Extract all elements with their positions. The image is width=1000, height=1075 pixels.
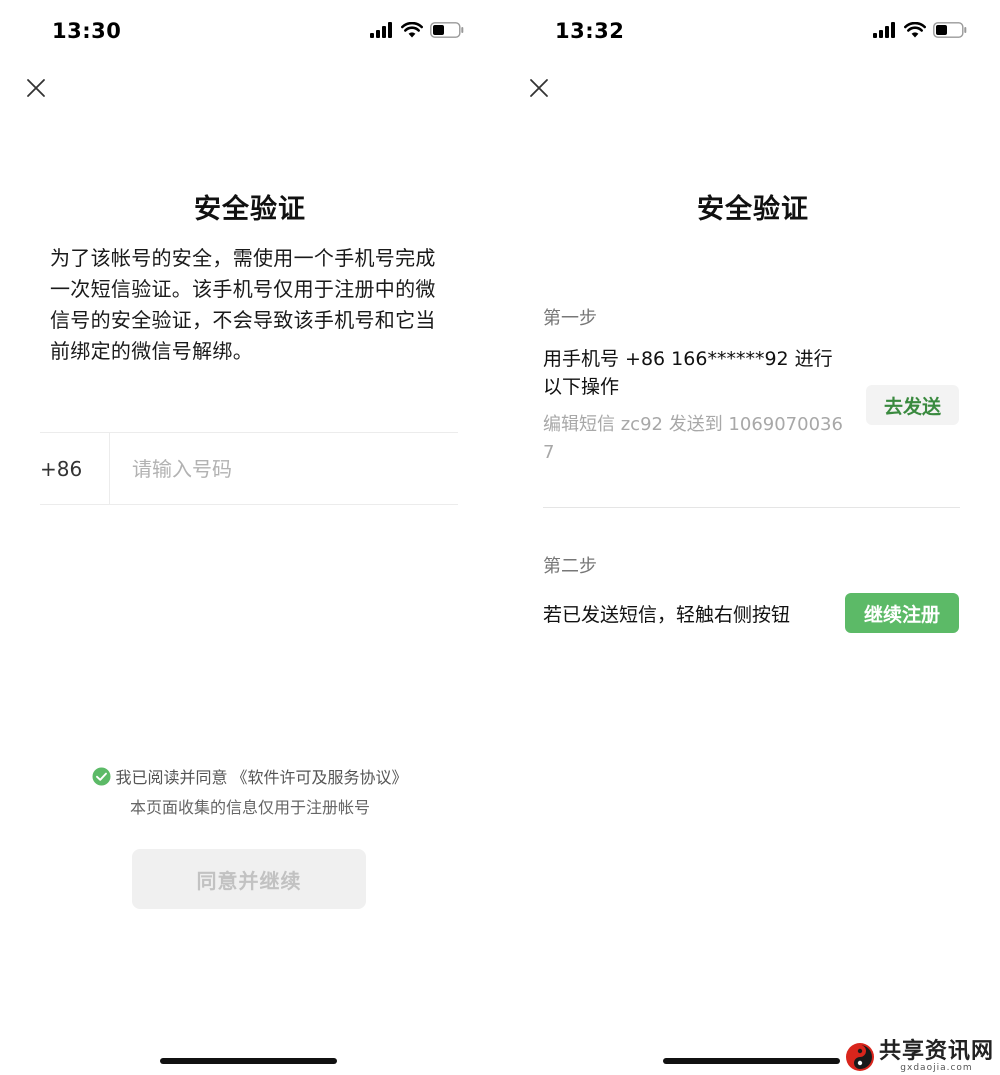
agreement-link[interactable]: 《软件许可及服务协议》 bbox=[232, 764, 408, 788]
step1-label: 第一步 bbox=[543, 308, 597, 329]
status-time: 13:30 bbox=[52, 19, 122, 43]
country-code[interactable]: +86 bbox=[40, 433, 110, 504]
status-icons bbox=[370, 22, 464, 38]
status-time: 13:32 bbox=[555, 19, 625, 43]
step1-sms-text: 编辑短信 zc92 发送到 10690700367 bbox=[543, 414, 843, 463]
step-divider bbox=[543, 507, 960, 508]
watermark-name: 共享资讯网 bbox=[878, 1038, 994, 1064]
watermark: 共享资讯网 gxdaojia.com bbox=[845, 1040, 994, 1073]
battery-icon bbox=[933, 22, 967, 38]
status-icons bbox=[873, 22, 967, 38]
agreement-line: 我已阅读并同意 《软件许可及服务协议》 bbox=[0, 764, 500, 788]
phone-input-row: +86 bbox=[40, 432, 458, 505]
close-icon[interactable] bbox=[24, 76, 48, 100]
watermark-url: gxdaojia.com bbox=[900, 1063, 973, 1073]
status-bar: 13:30 bbox=[0, 0, 500, 66]
watermark-logo-icon bbox=[845, 1042, 874, 1071]
signal-icon bbox=[873, 22, 895, 38]
phone-number-input[interactable] bbox=[110, 433, 458, 504]
agreement-text: 我已阅读并同意 bbox=[115, 768, 228, 787]
step1-instruction: 用手机号 +86 166******92 进行以下操作 bbox=[543, 348, 833, 398]
page-title: 安全验证 bbox=[194, 194, 306, 225]
close-icon[interactable] bbox=[527, 76, 551, 100]
continue-register-button[interactable]: 继续注册 bbox=[845, 593, 959, 633]
verification-description: 为了该帐号的安全，需使用一个手机号完成一次短信验证。该手机号仅用于注册中的微信号… bbox=[50, 246, 436, 363]
step2-instruction: 若已发送短信，轻触右侧按钮 bbox=[543, 604, 791, 626]
agree-continue-button[interactable]: 同意并继续 bbox=[132, 849, 366, 909]
battery-icon bbox=[430, 22, 464, 38]
step2-label: 第二步 bbox=[543, 556, 597, 577]
page-title: 安全验证 bbox=[697, 194, 809, 225]
check-icon[interactable] bbox=[92, 767, 111, 786]
wifi-icon bbox=[904, 22, 926, 38]
agreement-note: 本页面收集的信息仅用于注册帐号 bbox=[129, 798, 370, 817]
home-indicator bbox=[160, 1058, 337, 1064]
send-sms-button[interactable]: 去发送 bbox=[866, 385, 959, 425]
watermark-text: 共享资讯网 gxdaojia.com bbox=[879, 1040, 994, 1073]
screen-phone-entry: 13:30 安全验证 为了该帐号的安全，需使用一个手机号完成一次短信验证。该手机… bbox=[0, 0, 500, 1075]
screen-sms-verification: 13:32 安全验证 第一步 用手机号 +86 166******92 进行以下… bbox=[503, 0, 1000, 1075]
status-bar: 13:32 bbox=[503, 0, 1000, 66]
signal-icon bbox=[370, 22, 392, 38]
wifi-icon bbox=[401, 22, 423, 38]
home-indicator bbox=[663, 1058, 840, 1064]
